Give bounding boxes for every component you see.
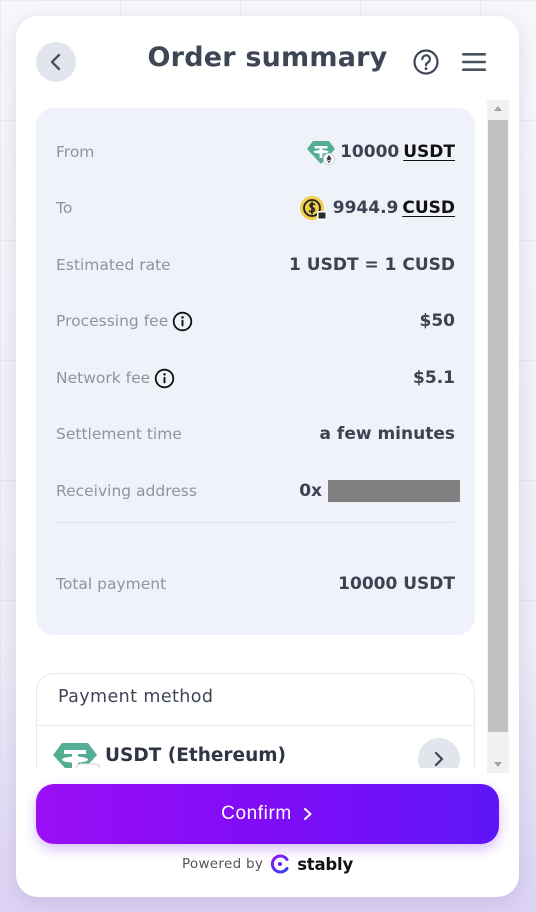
processing-fee-value: $50: [419, 311, 456, 331]
address-value: 0x: [299, 480, 460, 502]
network-fee-row: Network fee $5.1: [56, 364, 455, 392]
settlement-value: a few minutes: [319, 424, 455, 444]
chevron-right-icon: [434, 751, 444, 767]
celo-dollar-icon: [299, 194, 329, 222]
powered-by: Powered by stably: [16, 853, 519, 875]
network-fee-label-group: Network fee: [56, 368, 175, 389]
question-circle-icon[interactable]: [412, 48, 440, 76]
to-label: To: [56, 199, 73, 217]
address-label: Receiving address: [56, 482, 197, 500]
scroll-content[interactable]: From 10000 USDT To 9944.9 CUSD Estimated…: [16, 108, 519, 768]
payment-method-title: Payment method: [58, 687, 214, 707]
info-circle-icon[interactable]: [154, 368, 175, 389]
hamburger-menu-icon[interactable]: [460, 50, 488, 74]
rate-value: 1 USDT = 1 CUSD: [289, 255, 455, 275]
to-amount: 9944.9: [332, 198, 399, 218]
processing-fee-label-group: Processing fee: [56, 311, 193, 332]
from-amount: 10000: [340, 142, 400, 162]
tether-icon: [53, 743, 101, 768]
from-row: From 10000 USDT: [56, 138, 455, 166]
total-label: Total payment: [56, 575, 167, 593]
payment-method-card: Payment method USDT (Ethereum): [36, 673, 475, 768]
chevron-right-icon: [303, 808, 312, 820]
scroll-up-arrow[interactable]: [487, 100, 509, 117]
network-fee-value: $5.1: [413, 368, 455, 388]
rate-label: Estimated rate: [56, 256, 171, 274]
total-value: 10000 USDT: [338, 574, 455, 594]
payment-method-name: USDT (Ethereum): [105, 745, 286, 766]
redacted-address: [328, 480, 460, 502]
payment-method-divider: [37, 725, 474, 726]
from-value: 10000 USDT: [306, 138, 455, 166]
address-prefix: 0x: [299, 481, 322, 501]
from-currency-link[interactable]: USDT: [403, 142, 455, 162]
total-row: Total payment 10000 USDT: [56, 570, 455, 598]
order-details-panel: From 10000 USDT To 9944.9 CUSD Estimated…: [36, 108, 475, 635]
tether-icon: [306, 138, 336, 166]
header: Order summary: [16, 16, 519, 108]
info-circle-icon[interactable]: [172, 311, 193, 332]
settlement-row: Settlement time a few minutes: [56, 420, 455, 448]
processing-fee-label: Processing fee: [56, 312, 169, 330]
stably-brand-name: stably: [297, 854, 354, 874]
page-title: Order summary: [147, 42, 388, 73]
powered-by-label: Powered by: [181, 856, 264, 872]
rate-row: Estimated rate 1 USDT = 1 CUSD: [56, 251, 455, 279]
to-value: 9944.9 CUSD: [299, 194, 455, 222]
confirm-button[interactable]: Confirm: [36, 784, 499, 844]
to-row: To 9944.9 CUSD: [56, 194, 455, 222]
processing-fee-row: Processing fee $50: [56, 307, 455, 335]
to-currency-link[interactable]: CUSD: [402, 198, 455, 218]
scroll-down-arrow[interactable]: [487, 756, 509, 773]
order-summary-widget: Order summary From 10000 USDT To 9944.9 …: [16, 16, 519, 897]
network-fee-label: Network fee: [56, 369, 151, 387]
scrollbar-thumb[interactable]: [488, 120, 508, 732]
settlement-label: Settlement time: [56, 425, 182, 443]
confirm-label: Confirm: [221, 803, 292, 824]
stably-logo-icon: [271, 854, 289, 874]
change-payment-method-button[interactable]: [418, 738, 460, 768]
scrollbar[interactable]: [487, 100, 509, 773]
from-label: From: [56, 143, 95, 161]
summary-divider: [56, 522, 455, 523]
address-row: Receiving address 0x: [56, 477, 460, 505]
